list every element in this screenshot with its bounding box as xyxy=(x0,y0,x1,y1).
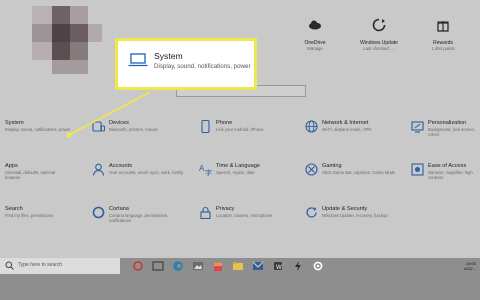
category-label: Devices xyxy=(109,120,129,126)
taskbar-search-placeholder: Type here to search xyxy=(18,262,63,268)
onedrive-sub: Manage xyxy=(307,46,323,51)
taskbar-search[interactable]: Type here to search xyxy=(0,258,120,274)
category-desc: Display, sound, notifications, power xyxy=(5,127,71,132)
category-accounts[interactable]: Accounts Your accounts, email, sync, wor… xyxy=(92,163,183,203)
category-label: Ease of Access xyxy=(428,163,467,169)
laptop-icon xyxy=(128,53,148,67)
search-icon xyxy=(5,261,14,270)
category-desc: Cortana language, permissions, notificat… xyxy=(109,213,169,224)
svg-text:W: W xyxy=(276,265,282,271)
rewards-sub: 1,494 points xyxy=(431,46,455,51)
category-label: Apps xyxy=(5,163,18,169)
personalization-icon xyxy=(411,121,424,133)
category-label: System xyxy=(5,120,24,126)
category-search[interactable]: Search Find my files, permissions xyxy=(5,206,95,246)
devices-icon xyxy=(92,121,105,132)
rewards-icon xyxy=(437,21,449,32)
svg-text:字: 字 xyxy=(205,168,212,176)
category-label: Time & Language xyxy=(216,163,260,169)
xbox-icon xyxy=(305,163,318,176)
clock-date: 4/22/... xyxy=(463,266,476,271)
category-desc: Speech, region, date xyxy=(216,170,255,175)
avatar xyxy=(32,6,102,76)
category-label: Phone xyxy=(216,120,233,126)
edge-icon[interactable] xyxy=(172,260,184,272)
taskbar: Type here to search W 10:00 4/22/... xyxy=(0,258,480,300)
ease-of-access-icon xyxy=(411,163,424,176)
flash-icon[interactable] xyxy=(292,260,304,272)
category-desc: Background, lock screen, colors xyxy=(428,127,476,138)
system-tray-clock[interactable]: 10:00 4/22/... xyxy=(464,261,476,271)
category-label: Gaming xyxy=(322,163,342,169)
category-label: Cortana xyxy=(109,206,129,212)
task-view-icon[interactable] xyxy=(152,260,164,272)
system-callout: System Display, sound, notifications, po… xyxy=(115,38,257,90)
mail-icon[interactable] xyxy=(252,260,264,272)
category-ease-of-access[interactable]: Ease of Access Narrator, magnifier, high… xyxy=(411,163,479,203)
category-cortana[interactable]: Cortana Cortana language, permissions, n… xyxy=(92,206,182,246)
store-icon[interactable] xyxy=(212,260,224,272)
category-network[interactable]: Network & Internet Wi-Fi, airplane mode,… xyxy=(305,120,395,160)
category-desc: Find my files, permissions xyxy=(5,213,54,218)
category-phone[interactable]: Phone Link your Android, iPhone xyxy=(199,120,289,160)
category-desc: Link your Android, iPhone xyxy=(216,127,264,132)
header-quick-links: OneDrive Manage Windows Update Last chec… xyxy=(280,18,480,62)
category-label: Privacy xyxy=(216,206,235,212)
windows-update-icon xyxy=(372,18,386,32)
category-desc: Your accounts, email, sync, work, family xyxy=(109,170,184,175)
phone-icon xyxy=(201,120,210,133)
settings-window: OneDrive Manage Windows Update Last chec… xyxy=(0,0,480,258)
category-label: Network & Internet xyxy=(322,120,369,126)
category-desc: Wi-Fi, airplane mode, VPN xyxy=(322,127,372,132)
callout-desc: Display, sound, notifications, power xyxy=(154,63,251,70)
rewards-link[interactable]: Rewards 1,494 points xyxy=(408,18,478,51)
category-label: Accounts xyxy=(109,163,133,169)
file-explorer-icon[interactable] xyxy=(232,260,244,272)
accounts-icon xyxy=(92,163,105,176)
globe-icon xyxy=(305,120,318,133)
category-gaming[interactable]: Gaming Xbox Game Bar, captures, Game Mod… xyxy=(305,163,395,203)
category-time-language[interactable]: A字 Time & Language Speech, region, date xyxy=(199,163,289,203)
windows-update-sub: Last checked: ... xyxy=(363,46,395,51)
category-system[interactable]: System Display, sound, notifications, po… xyxy=(5,120,95,160)
onedrive-link[interactable]: OneDrive Manage xyxy=(280,18,350,51)
category-label: Personalization xyxy=(428,120,467,126)
category-apps[interactable]: Apps Uninstall, defaults, optional featu… xyxy=(5,163,95,203)
category-label: Update & Security xyxy=(322,206,368,212)
settings-icon[interactable] xyxy=(312,260,324,272)
category-desc: Uninstall, defaults, optional features xyxy=(5,170,56,181)
category-desc: Bluetooth, printers, mouse xyxy=(109,127,158,132)
category-label: Search xyxy=(5,206,23,212)
category-update-security[interactable]: Update & Security Windows Update, recove… xyxy=(305,206,395,246)
app-icon[interactable]: W xyxy=(272,260,284,272)
category-devices[interactable]: Devices Bluetooth, printers, mouse xyxy=(92,120,182,160)
update-icon xyxy=(306,207,317,218)
callout-title: System xyxy=(154,51,183,61)
lock-icon xyxy=(200,206,211,219)
cortana-icon[interactable] xyxy=(132,260,144,272)
time-language-icon: A字 xyxy=(199,164,212,176)
windows-update-link[interactable]: Windows Update Last checked: ... xyxy=(344,18,414,51)
category-privacy[interactable]: Privacy Location, camera, microphone xyxy=(199,206,289,246)
category-personalization[interactable]: Personalization Background, lock screen,… xyxy=(411,120,479,160)
category-desc: Windows Update, recovery, backup xyxy=(322,213,388,218)
category-desc: Location, camera, microphone xyxy=(216,213,273,218)
onedrive-icon xyxy=(309,20,321,30)
cortana-icon xyxy=(92,206,105,219)
category-desc: Xbox Game Bar, captures, Game Mode xyxy=(322,170,396,175)
category-desc: Narrator, magnifier, high contrast xyxy=(428,170,473,181)
photos-icon[interactable] xyxy=(192,260,204,272)
